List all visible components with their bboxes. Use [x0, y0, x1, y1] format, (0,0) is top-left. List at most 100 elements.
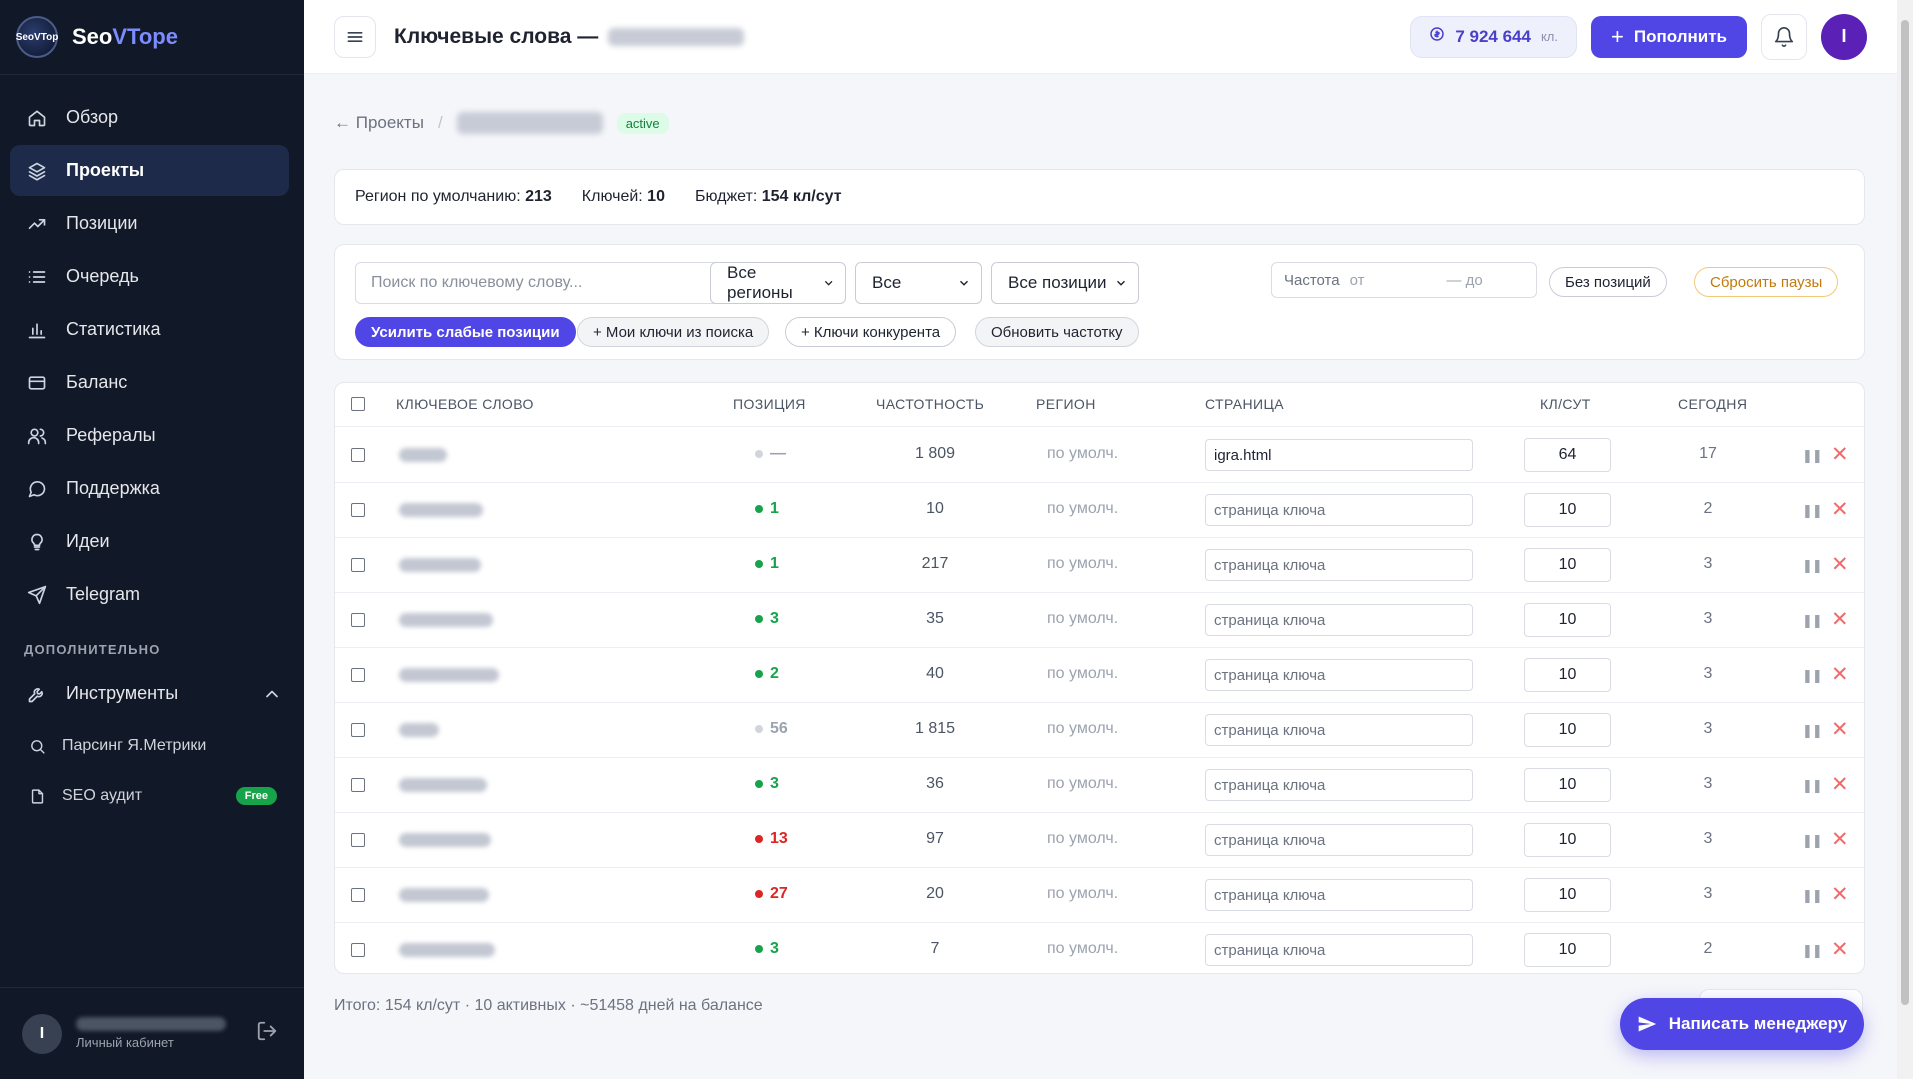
- page-url-input[interactable]: [1205, 934, 1473, 966]
- page-url-input[interactable]: [1205, 659, 1473, 691]
- user-info[interactable]: Личный кабинет: [76, 1017, 226, 1050]
- sidebar-item-positions[interactable]: Позиции: [10, 198, 289, 249]
- column-header-page[interactable]: СТРАНИЦА: [1205, 396, 1284, 412]
- regions-select[interactable]: Все регионы: [710, 262, 846, 304]
- page-url-input[interactable]: [1205, 879, 1473, 911]
- table-row[interactable]: 3 36 по умолч. 3 ❚❚ ✕: [335, 758, 1864, 813]
- pause-icon[interactable]: ❚❚: [1802, 613, 1823, 629]
- positions-select[interactable]: Все позиции: [991, 262, 1139, 304]
- sidebar-item-telegram[interactable]: Telegram: [10, 569, 289, 620]
- page-url-input[interactable]: [1205, 714, 1473, 746]
- row-checkbox[interactable]: [351, 503, 365, 517]
- column-header-position[interactable]: ПОЗИЦИЯ: [733, 396, 806, 412]
- brand-logo[interactable]: SeoVTop SeoVTope: [16, 16, 178, 58]
- update-frequency-button[interactable]: Обновить частотку: [975, 317, 1139, 347]
- pause-icon[interactable]: ❚❚: [1802, 668, 1823, 684]
- page-url-input[interactable]: [1205, 824, 1473, 856]
- sidebar-item-statistics[interactable]: Статистика: [10, 304, 289, 355]
- sidebar-item-referrals[interactable]: Рефералы: [10, 410, 289, 461]
- credits-per-day-input[interactable]: [1524, 658, 1611, 692]
- table-row[interactable]: 2 40 по умолч. 3 ❚❚ ✕: [335, 648, 1864, 703]
- credits-per-day-input[interactable]: [1524, 768, 1611, 802]
- delete-icon[interactable]: ✕: [1831, 717, 1849, 742]
- page-url-input[interactable]: [1205, 549, 1473, 581]
- sidebar-item-queue[interactable]: Очередь: [10, 251, 289, 302]
- credits-per-day-input[interactable]: [1524, 438, 1611, 472]
- topup-button[interactable]: + Пополнить: [1591, 15, 1747, 58]
- row-checkbox[interactable]: [351, 723, 365, 737]
- delete-icon[interactable]: ✕: [1831, 882, 1849, 907]
- menu-toggle-button[interactable]: [334, 15, 376, 58]
- page-url-input[interactable]: [1205, 439, 1473, 471]
- frequency-from-field[interactable]: от: [1350, 272, 1365, 289]
- page-scrollbar[interactable]: [1897, 0, 1913, 1079]
- balance-chip[interactable]: 7 924 644 кл.: [1410, 15, 1577, 58]
- logout-icon[interactable]: [256, 1020, 278, 1047]
- table-row[interactable]: 13 97 по умолч. 3 ❚❚ ✕: [335, 813, 1864, 868]
- reset-pauses-button[interactable]: Сбросить паузы: [1694, 267, 1839, 297]
- page-url-input[interactable]: [1205, 604, 1473, 636]
- page-url-input[interactable]: [1205, 494, 1473, 526]
- credits-per-day-input[interactable]: [1524, 713, 1611, 747]
- chevron-up-icon[interactable]: [261, 683, 283, 705]
- table-row[interactable]: 1 217 по умолч. 3 ❚❚ ✕: [335, 538, 1864, 593]
- row-checkbox[interactable]: [351, 833, 365, 847]
- pause-icon[interactable]: ❚❚: [1802, 723, 1823, 739]
- pause-icon[interactable]: ❚❚: [1802, 943, 1823, 959]
- credits-per-day-input[interactable]: [1524, 493, 1611, 527]
- back-to-projects-link[interactable]: ← Проекты: [334, 113, 424, 133]
- row-checkbox[interactable]: [351, 888, 365, 902]
- column-header-credits-per-day[interactable]: КЛ/СУТ: [1540, 396, 1591, 412]
- row-checkbox[interactable]: [351, 668, 365, 682]
- page-url-input[interactable]: [1205, 769, 1473, 801]
- delete-icon[interactable]: ✕: [1831, 662, 1849, 687]
- notifications-button[interactable]: [1761, 13, 1807, 60]
- credits-per-day-input[interactable]: [1524, 548, 1611, 582]
- delete-icon[interactable]: ✕: [1831, 772, 1849, 797]
- delete-icon[interactable]: ✕: [1831, 937, 1849, 962]
- column-header-today[interactable]: СЕГОДНЯ: [1678, 396, 1747, 412]
- status-select[interactable]: Все: [855, 262, 982, 304]
- sidebar-item-tools[interactable]: Инструменты: [10, 668, 289, 719]
- pause-icon[interactable]: ❚❚: [1802, 558, 1823, 574]
- table-row[interactable]: 1 10 по умолч. 2 ❚❚ ✕: [335, 483, 1864, 538]
- frequency-range-filter[interactable]: Частота от — до: [1271, 262, 1537, 298]
- column-header-frequency[interactable]: ЧАСТОТНОСТЬ: [876, 396, 984, 412]
- table-row[interactable]: — 1 809 по умолч. 17 ❚❚ ✕: [335, 428, 1864, 483]
- delete-icon[interactable]: ✕: [1831, 497, 1849, 522]
- sidebar-item-ideas[interactable]: Идеи: [10, 516, 289, 567]
- sidebar-item-overview[interactable]: Обзор: [10, 92, 289, 143]
- row-checkbox[interactable]: [351, 448, 365, 462]
- table-row[interactable]: 3 7 по умолч. 2 ❚❚ ✕: [335, 923, 1864, 973]
- pause-icon[interactable]: ❚❚: [1802, 778, 1823, 794]
- avatar[interactable]: I: [22, 1013, 62, 1054]
- sidebar-item-support[interactable]: Поддержка: [10, 463, 289, 514]
- my-search-keys-button[interactable]: + Мои ключи из поиска: [577, 317, 770, 347]
- contact-manager-button[interactable]: Написать менеджеру: [1620, 998, 1864, 1050]
- credits-per-day-input[interactable]: [1524, 878, 1611, 912]
- sidebar-item-balance[interactable]: Баланс: [10, 357, 289, 408]
- boost-weak-positions-button[interactable]: Усилить слабые позиции: [355, 317, 576, 347]
- table-row[interactable]: 56 1 815 по умолч. 3 ❚❚ ✕: [335, 703, 1864, 758]
- sidebar-item-metrika-parsing[interactable]: Парсинг Я.Метрики: [10, 721, 289, 771]
- competitor-keys-button[interactable]: + Ключи конкурента: [785, 317, 957, 347]
- no-positions-button[interactable]: Без позиций: [1549, 267, 1667, 297]
- row-checkbox[interactable]: [351, 943, 365, 957]
- pause-icon[interactable]: ❚❚: [1802, 448, 1823, 464]
- delete-icon[interactable]: ✕: [1831, 442, 1849, 467]
- credits-per-day-input[interactable]: [1524, 823, 1611, 857]
- avatar[interactable]: I: [1821, 13, 1867, 60]
- sidebar-item-projects[interactable]: Проекты: [10, 145, 289, 196]
- pause-icon[interactable]: ❚❚: [1802, 833, 1823, 849]
- table-row[interactable]: 3 35 по умолч. 3 ❚❚ ✕: [335, 593, 1864, 648]
- delete-icon[interactable]: ✕: [1831, 607, 1849, 632]
- row-checkbox[interactable]: [351, 558, 365, 572]
- table-row[interactable]: 27 20 по умолч. 3 ❚❚ ✕: [335, 868, 1864, 923]
- pause-icon[interactable]: ❚❚: [1802, 888, 1823, 904]
- frequency-to-field[interactable]: — до: [1447, 272, 1483, 289]
- sidebar-item-seo-audit[interactable]: SEO аудит Free: [10, 771, 289, 821]
- delete-icon[interactable]: ✕: [1831, 552, 1849, 577]
- credits-per-day-input[interactable]: [1524, 933, 1611, 967]
- pause-icon[interactable]: ❚❚: [1802, 503, 1823, 519]
- row-checkbox[interactable]: [351, 613, 365, 627]
